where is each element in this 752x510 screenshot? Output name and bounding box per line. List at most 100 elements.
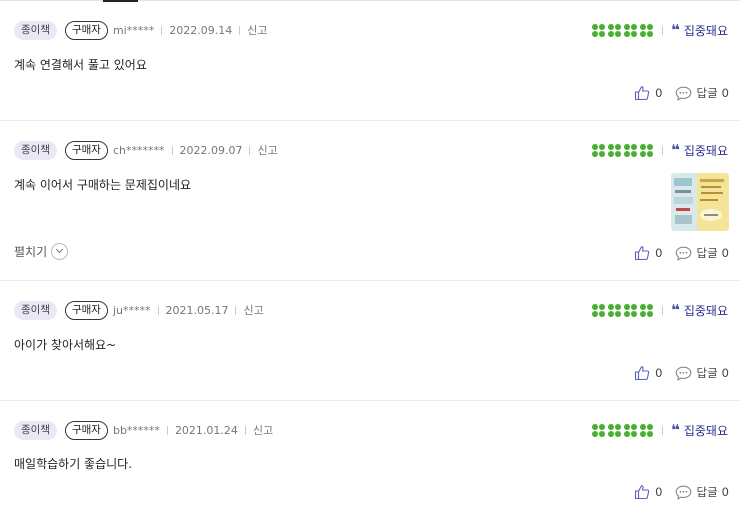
report-link[interactable]: 신고 (243, 302, 263, 318)
like-count: 0 (655, 246, 663, 260)
review-actions: 0 답글 0 (634, 484, 729, 500)
clover-icon (608, 303, 622, 317)
report-link[interactable]: 신고 (247, 22, 267, 38)
reviewer-id: ch******* (112, 143, 165, 157)
review-keyword: 집중돼요 (683, 143, 728, 158)
buyer-badge: 구매자 (64, 140, 108, 160)
quote-icon: ❝ (671, 420, 680, 439)
report-link[interactable]: 신고 (253, 422, 273, 438)
review-date: 2021.05.17 (165, 303, 229, 317)
divider (249, 145, 251, 155)
like-button[interactable]: 0 (634, 85, 663, 101)
reviewer-id: ju***** (112, 303, 151, 317)
review-keyword: 집중돼요 (683, 423, 728, 438)
clover-icon (640, 303, 654, 317)
like-count: 0 (655, 86, 663, 100)
divider (244, 425, 246, 435)
review-meta: 종이책 구매자 bb****** 2021.01.24 신고 (14, 420, 273, 440)
format-badge: 종이책 (14, 420, 57, 440)
format-badge: 종이책 (14, 140, 57, 160)
review-photo[interactable] (671, 173, 729, 231)
review-date: 2021.01.24 (174, 423, 238, 437)
reply-button[interactable]: 답글 0 (675, 85, 729, 101)
review-text: 계속 이어서 구매하는 문제집이네요 (14, 178, 192, 192)
divider (157, 305, 159, 315)
clover-icon (592, 23, 606, 37)
quote-icon: ❝ (671, 20, 680, 39)
clover-icon (624, 303, 638, 317)
review-text: 계속 연결해서 풀고 있어요 (14, 58, 147, 72)
quote-icon: ❝ (671, 300, 680, 319)
review-keyword: 집중돼요 (683, 23, 728, 38)
divider (662, 305, 664, 315)
speech-bubble-icon (675, 86, 691, 101)
thumbs-up-icon (635, 485, 650, 500)
review-item: 종이책 구매자 ju***** 2021.05.17 신고 ❝ 집중돼요 아이가… (0, 281, 740, 401)
clover-icon (624, 23, 638, 37)
format-badge: 종이책 (14, 20, 57, 40)
like-button[interactable]: 0 (634, 245, 663, 261)
clover-icon (608, 23, 622, 37)
thumbs-up-icon (635, 86, 650, 101)
review-item: 종이책 구매자 bb****** 2021.01.24 신고 ❝ 집중돼요 매일… (0, 401, 740, 510)
divider (235, 305, 237, 315)
like-count: 0 (655, 485, 663, 499)
reply-button[interactable]: 답글 0 (675, 365, 729, 381)
speech-bubble-icon (675, 366, 691, 381)
like-count: 0 (655, 366, 663, 380)
review-actions: 0 답글 0 (634, 365, 729, 381)
reviewer-id: mi***** (112, 23, 155, 37)
clover-icon (592, 143, 606, 157)
thumbs-up-icon (635, 366, 650, 381)
clover-icon (608, 143, 622, 157)
expand-label: 펼치기 (14, 245, 48, 259)
rating: ❝ 집중돼요 (592, 140, 728, 160)
clover-icon (608, 423, 622, 437)
review-meta: 종이책 구매자 mi***** 2022.09.14 신고 (14, 20, 267, 40)
reply-count: 0 (721, 86, 729, 100)
review-item: 종이책 구매자 mi***** 2022.09.14 신고 ❝ 집중돼요 계속 … (0, 1, 740, 121)
review-text: 매일학습하기 좋습니다. (14, 457, 133, 471)
reply-button[interactable]: 답글 0 (675, 484, 729, 500)
reply-count: 0 (721, 246, 729, 260)
review-actions: 0 답글 0 (634, 85, 729, 101)
like-button[interactable]: 0 (634, 365, 663, 381)
clover-icon (624, 423, 638, 437)
divider (171, 145, 173, 155)
review-actions: 0 답글 0 (634, 245, 729, 261)
rating: ❝ 집중돼요 (592, 300, 728, 320)
reply-label: 답글 (696, 246, 718, 260)
reply-label: 답글 (696, 485, 718, 499)
format-badge: 종이책 (14, 300, 57, 320)
review-date: 2022.09.07 (179, 143, 243, 157)
clover-icon (592, 423, 606, 437)
review-keyword: 집중돼요 (683, 303, 728, 318)
rating: ❝ 집중돼요 (592, 420, 728, 440)
report-link[interactable]: 신고 (257, 142, 277, 158)
reply-button[interactable]: 답글 0 (675, 245, 729, 261)
clover-icon (640, 23, 654, 37)
buyer-badge: 구매자 (64, 20, 108, 40)
divider (662, 145, 664, 155)
clover-icon (640, 423, 654, 437)
divider (161, 25, 163, 35)
like-button[interactable]: 0 (634, 484, 663, 500)
divider (662, 25, 664, 35)
chevron-down-icon (51, 243, 69, 260)
reviewer-id: bb****** (112, 423, 160, 437)
reply-count: 0 (721, 366, 729, 380)
review-meta: 종이책 구매자 ch******* 2022.09.07 신고 (14, 140, 278, 160)
buyer-badge: 구매자 (64, 300, 108, 320)
review-item: 종이책 구매자 ch******* 2022.09.07 신고 ❝ 집중돼요 계… (0, 121, 740, 281)
reply-count: 0 (721, 485, 729, 499)
clover-icon (592, 303, 606, 317)
speech-bubble-icon (675, 246, 691, 261)
buyer-badge: 구매자 (64, 420, 108, 440)
clover-icon (624, 143, 638, 157)
expand-button[interactable]: 펼치기 (14, 243, 69, 260)
reply-label: 답글 (696, 366, 718, 380)
speech-bubble-icon (675, 485, 691, 500)
rating: ❝ 집중돼요 (592, 20, 728, 40)
review-date: 2022.09.14 (169, 23, 233, 37)
quote-icon: ❝ (671, 140, 680, 159)
